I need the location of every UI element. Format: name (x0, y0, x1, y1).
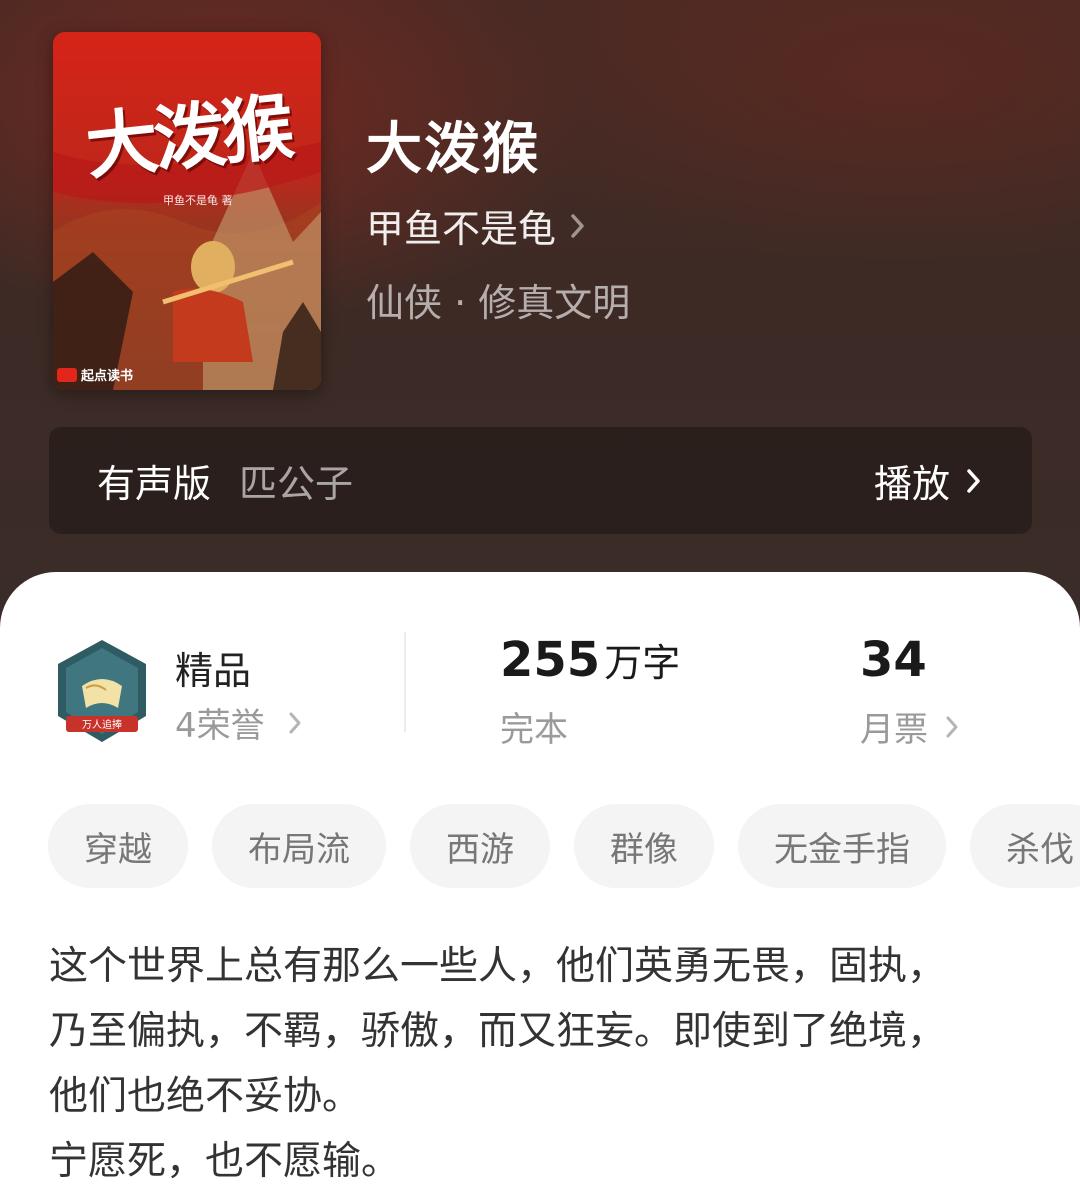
stats-divider (404, 632, 406, 732)
word-count-value: 255 (500, 632, 601, 688)
description-line: 这个世界上总有那么一些人，他们英勇无畏，固执， (49, 944, 947, 989)
play-button[interactable]: 播放 (874, 453, 984, 508)
honor-title: 精品 (175, 649, 252, 693)
medal-text: 万人追捧 (82, 718, 122, 731)
author-link[interactable]: 甲鱼不是龟 (366, 198, 588, 253)
cover-publisher: 起点读书 (57, 365, 133, 384)
chevron-right-icon (289, 712, 301, 733)
tag-chip[interactable]: 群像 (574, 804, 714, 888)
chevron-right-icon (946, 716, 958, 737)
cover-subtitle: 甲鱼不是龟 著 (163, 194, 233, 207)
book-header: 大泼猴 甲鱼不是龟 著 起点读书 大泼猴 甲鱼不是龟 仙侠 · 修真文明 有声版… (0, 0, 1080, 640)
tag-chip[interactable]: 布局流 (212, 804, 386, 888)
word-count: 255 万字 (500, 632, 680, 688)
audiobook-bar[interactable]: 有声版 匹公子 播放 (49, 427, 1032, 534)
book-genre[interactable]: 仙侠 · 修真文明 (366, 272, 630, 327)
audiobook-narrator: 匹公子 (239, 462, 354, 506)
honor-link[interactable]: 4荣誉 (175, 698, 303, 747)
honor-medal-icon[interactable]: 万人追捧 (52, 638, 152, 750)
book-detail-sheet: 万人追捧 精品 4荣誉 255 万字 完本 34 月票 穿越 布局流 西游 群像… (0, 572, 1080, 1189)
stats-row: 万人追捧 精品 4荣誉 255 万字 完本 34 月票 (0, 632, 1080, 762)
tag-chip[interactable]: 穿越 (48, 804, 188, 888)
description-line: 他们也绝不妥协。 (49, 1074, 362, 1119)
publisher-name: 起点读书 (81, 369, 134, 384)
tag-chip[interactable]: 西游 (410, 804, 550, 888)
tag-chip[interactable]: 杀伐 (970, 804, 1080, 888)
publisher-logo-icon (57, 367, 77, 382)
audiobook-label: 有声版 (97, 462, 212, 506)
description-line: 宁愿死，也不愿输。 (49, 1139, 401, 1184)
book-cover[interactable]: 大泼猴 甲鱼不是龟 著 起点读书 (53, 32, 321, 390)
monthly-ticket-label: 月票 (860, 710, 928, 750)
monthly-ticket-count: 34 (860, 632, 927, 688)
completion-status: 完本 (500, 710, 568, 750)
description-line: 乃至偏执，不羁，骄傲，而又狂妄。即使到了绝境， (49, 1009, 947, 1054)
chevron-right-icon (571, 213, 584, 238)
tag-chip[interactable]: 无金手指 (738, 804, 946, 888)
play-label: 播放 (873, 462, 950, 506)
book-description[interactable]: 这个世界上总有那么一些人，他们英勇无畏，固执， 乃至偏执，不羁，骄傲，而又狂妄。… (49, 934, 1049, 1189)
tag-list[interactable]: 穿越 布局流 西游 群像 无金手指 杀伐 (48, 804, 1080, 890)
word-count-unit: 万字 (604, 641, 681, 685)
book-title: 大泼猴 (366, 116, 540, 182)
author-name: 甲鱼不是龟 (366, 207, 557, 251)
monthly-ticket-link[interactable]: 月票 (860, 702, 960, 751)
chevron-right-icon (967, 468, 980, 493)
honor-count: 4荣誉 (175, 706, 265, 746)
